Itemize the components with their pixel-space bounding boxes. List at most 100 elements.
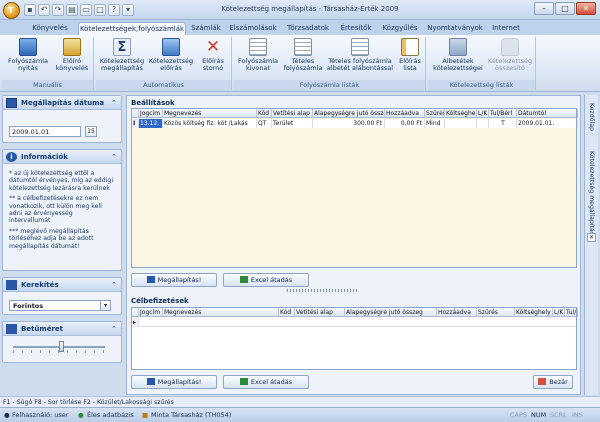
target-excel-button[interactable]: Excel átadás	[223, 375, 309, 389]
minimize-button[interactable]: –	[534, 2, 554, 15]
tab-torzsadatok[interactable]: Törzsadatok	[282, 22, 334, 35]
column-header[interactable]: Szűrés	[425, 109, 445, 118]
folyoszamla-nyitas-button[interactable]: Folyószámla nyitás	[6, 38, 50, 72]
teteles-folyoszamla-button[interactable]: Tételes folyószámla	[282, 38, 324, 72]
window-icon[interactable]: □	[94, 4, 106, 16]
cell-lk[interactable]	[477, 119, 489, 128]
tab-ertesitok[interactable]: Értesítők	[336, 22, 376, 35]
column-header[interactable]: Vetítési alap	[272, 109, 313, 118]
tab-nyomtatvanyok[interactable]: Nyomtatványok	[424, 22, 486, 35]
column-header[interactable]: Hozzáadva	[437, 308, 477, 317]
column-header[interactable]: Vetítési alap	[295, 308, 345, 317]
rounding-section-header[interactable]: Kerekítés ⌃	[3, 278, 121, 292]
folyoszamla-kivonat-button[interactable]: Folyószámla kivonat	[236, 38, 280, 72]
close-window-button[interactable]: ✕	[576, 2, 596, 15]
kotelezettseg-eloiras-button[interactable]: Kötelezettség előírás	[148, 38, 194, 72]
cell-hozzaadva[interactable]: 0,00 Ft	[385, 119, 425, 128]
settings-title: Beállítások	[131, 99, 175, 107]
eloiro-konyveles-button[interactable]: Előíró könyvelés	[52, 38, 92, 72]
date-field[interactable]: 2009.01.01	[9, 126, 81, 137]
column-header[interactable]: Megnevezés	[163, 308, 279, 317]
eloiras-lista-button[interactable]: Előírás lista	[396, 38, 424, 72]
column-header[interactable]: L/K	[477, 109, 489, 118]
column-header[interactable]: Megnevezés	[163, 109, 257, 118]
database-icon: ●	[78, 411, 84, 419]
cell-megnevezes[interactable]: Közös költség fiz. köt /Lakás	[163, 119, 257, 128]
column-header[interactable]: Dátumtól	[517, 109, 578, 118]
column-header[interactable]: Jogcím	[139, 308, 163, 317]
column-header[interactable]: Kód	[257, 109, 272, 118]
column-header[interactable]: Alapegységre jutó összeg	[345, 308, 437, 317]
albetetek-kotelezettsegei-button[interactable]: Albetétek kötelezettségei	[432, 38, 484, 72]
app-orb-button[interactable]: T	[3, 2, 20, 19]
column-header[interactable]: Hozzáadva	[385, 109, 425, 118]
column-header[interactable]: Kód	[279, 308, 295, 317]
folder-icon[interactable]: ▭	[80, 4, 92, 16]
close-button[interactable]: Bezár	[533, 375, 573, 389]
kotelezettseg-megallapitas-button[interactable]: Σ Kötelezettség megállapítás	[98, 38, 146, 72]
info-line: *** meglévő megállapítás törléséhez adja…	[9, 227, 94, 250]
settings-grid[interactable]: Jogcím Megnevezés Kód Vetítési alap Alap…	[131, 108, 578, 268]
settings-megallapitas-button[interactable]: Megállapítás!	[131, 273, 217, 287]
cell-tulberl[interactable]: T	[489, 119, 517, 128]
eloiras-storno-button[interactable]: ✕ Előírás stornó	[196, 38, 230, 72]
column-header[interactable]: Jogcím	[139, 109, 163, 118]
print-icon[interactable]: ▤	[66, 4, 78, 16]
document-list-icon	[249, 38, 267, 56]
document-list-icon	[294, 38, 312, 56]
rounding-select[interactable]: Forintos ▾	[9, 300, 111, 311]
splitter-handle[interactable]	[287, 289, 357, 292]
side-tab-kezdolap[interactable]: Kezdőlap	[588, 103, 595, 131]
undo-icon[interactable]: ↶	[38, 4, 50, 16]
column-header[interactable]: L/K	[553, 308, 565, 317]
side-tab-close-icon[interactable]: ✕	[587, 233, 596, 242]
tab-szamlak[interactable]: Számlák	[188, 22, 224, 35]
column-header[interactable]: Költséghely	[515, 308, 553, 317]
cell-kod[interactable]: QT	[257, 119, 272, 128]
teteles-folyoszamla-albetet-button[interactable]: Tételes folyószámla albetét alábontással	[324, 38, 396, 72]
tab-konyveles[interactable]: Könyvelés	[26, 22, 74, 35]
new-row[interactable]: ▸	[132, 318, 576, 327]
collapse-chevron-icon[interactable]: ⌃	[111, 322, 117, 336]
rounding-section-title: Kerekítés	[21, 281, 59, 289]
cell-alapegyseg[interactable]: 300,00 Ft	[313, 119, 385, 128]
cell-vetitesi-alap[interactable]: Terület	[272, 119, 313, 128]
dropdown-icon[interactable]: ▾	[122, 4, 134, 16]
save-icon[interactable]: ▪	[24, 4, 36, 16]
target-megallapitas-button[interactable]: Megállapítás!	[131, 375, 217, 389]
info-section-header[interactable]: i Információk ⌃	[3, 150, 121, 164]
column-header[interactable]: Tul/	[565, 308, 578, 317]
collapse-chevron-icon[interactable]: ⌃	[111, 96, 117, 110]
tab-kotelezettsegek[interactable]: Kötelezettségek,folyószámlák	[78, 22, 186, 35]
font-size-section-header[interactable]: Betűméret ⌃	[3, 322, 121, 336]
calendar-button[interactable]: 15	[85, 126, 97, 137]
kotelezettseg-osszesito-button[interactable]: Kötelezettség összesítő	[486, 38, 534, 72]
column-header[interactable]: Alapegységre jutó összeg	[313, 109, 385, 118]
column-header[interactable]: Szűrés	[477, 308, 515, 317]
target-payments-grid[interactable]: Jogcím Megnevezés Kód Vetítési alap Alap…	[131, 307, 578, 370]
cell-datumtol[interactable]: 2009.01.01.	[517, 119, 578, 128]
cell-koltseghely[interactable]	[445, 119, 477, 128]
column-header[interactable]: Költséghely	[445, 109, 477, 118]
maximize-button[interactable]: □	[555, 2, 575, 15]
column-header[interactable]: Tul/Bérl	[489, 109, 517, 118]
collapse-chevron-icon[interactable]: ⌃	[111, 278, 117, 292]
font-size-slider-thumb[interactable]	[59, 341, 64, 352]
redo-icon[interactable]: ↷	[52, 4, 64, 16]
side-tab-kotelezettseg[interactable]: Kötelezettség megállapítás	[588, 151, 595, 235]
settings-excel-button[interactable]: Excel átadás	[223, 273, 309, 287]
chevron-down-icon[interactable]: ▾	[100, 301, 110, 310]
ribbon: Folyószámla nyitás Előíró könyvelés Manu…	[0, 35, 600, 92]
collapse-chevron-icon[interactable]: ⌃	[111, 150, 117, 164]
tab-kozgyules[interactable]: Közgyűlés	[378, 22, 422, 35]
date-section-header[interactable]: Megállapítás dátuma ⌃	[3, 96, 121, 110]
status-num: NUM	[531, 411, 547, 419]
help-icon[interactable]: ?	[108, 4, 120, 16]
table-row[interactable]: I 13.12. Közös költség fiz. köt /Lakás Q…	[132, 119, 578, 128]
tab-internet[interactable]: Internet	[488, 22, 524, 35]
ribbon-group-label: Kötelezettség listák	[428, 80, 535, 90]
cell-szures[interactable]: Mind	[425, 119, 445, 128]
tab-elszamolasok[interactable]: Elszámolások	[226, 22, 280, 35]
ribbon-group-label: Folyószámla listák	[234, 80, 425, 90]
cell-jogcim[interactable]: 13.12.	[139, 119, 163, 128]
